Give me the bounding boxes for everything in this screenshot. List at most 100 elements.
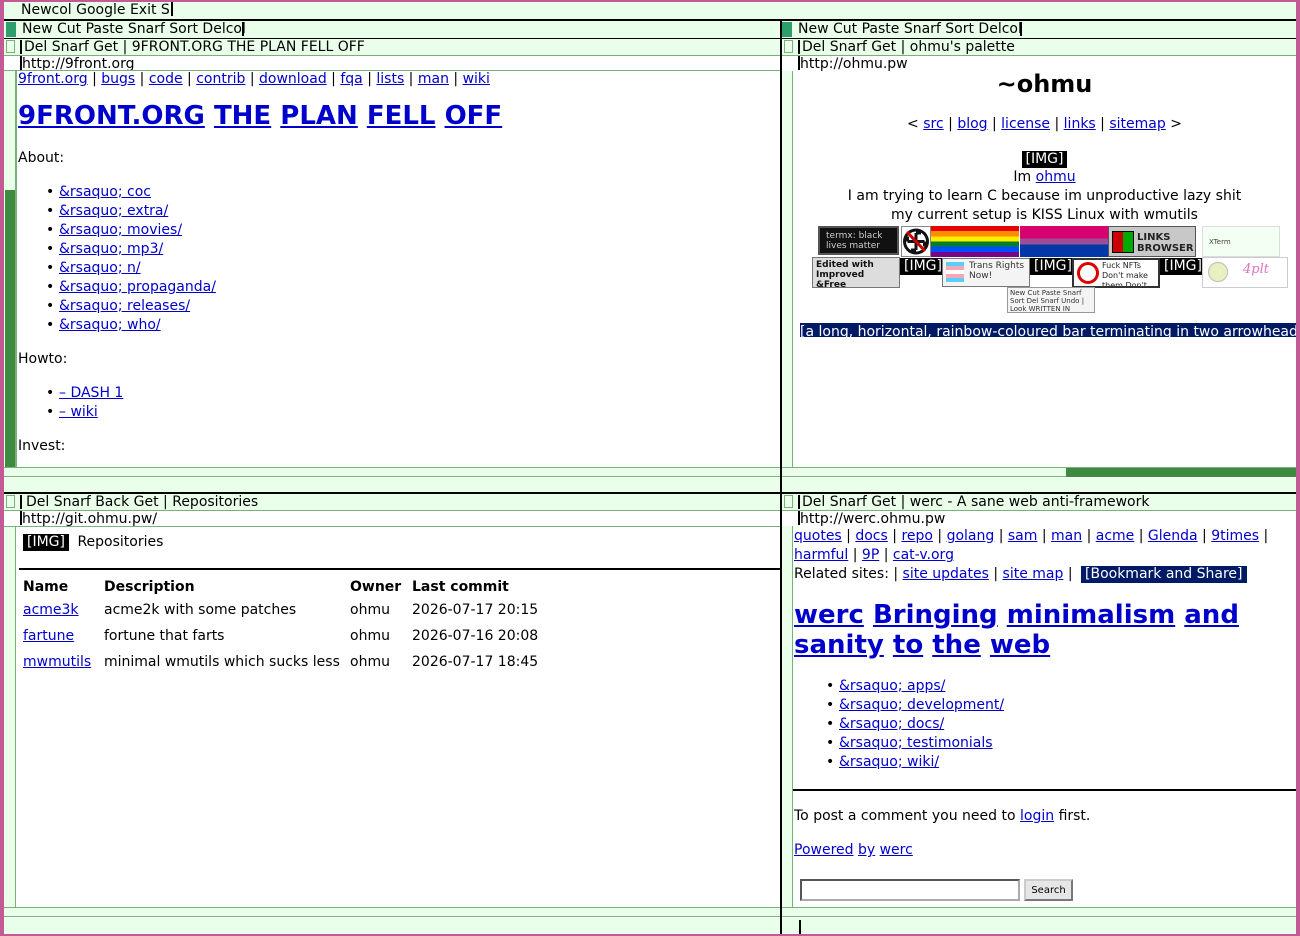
blm-badge[interactable]: termx: black lives matter: [818, 226, 899, 255]
nav-link-sam[interactable]: sam: [1008, 528, 1038, 544]
nav-link-9front[interactable]: 9front.org: [18, 71, 88, 87]
werc-scrollbar[interactable]: [782, 526, 793, 907]
nav-link-contrib[interactable]: contrib: [196, 71, 245, 87]
title-link[interactable]: 9FRONT.ORG: [18, 101, 205, 131]
9front-scrollbar[interactable]: [4, 71, 16, 467]
nav-link-src[interactable]: src: [923, 116, 943, 132]
right-column-tag-text[interactable]: New Cut Paste Snarf Sort Delcol: [798, 21, 1022, 38]
nav-link-9times[interactable]: 9times: [1211, 528, 1259, 544]
werc-url-text[interactable]: http://werc.ohmu.pw: [800, 511, 945, 526]
ohmu-scrollbar[interactable]: [782, 71, 793, 467]
title-link[interactable]: web: [990, 630, 1050, 660]
9front-window-tag[interactable]: Del Snarf Get | 9FRONT.ORG THE PLAN FELL…: [4, 39, 780, 55]
nav-link-bugs[interactable]: bugs: [101, 71, 135, 87]
werc-item[interactable]: &rsaquo; docs/: [839, 716, 944, 732]
title-link[interactable]: FELL: [367, 101, 436, 131]
search-input[interactable]: [800, 879, 1020, 901]
git-scrollbar[interactable]: [4, 527, 16, 907]
werc-window-tag-text[interactable]: Del Snarf Get | werc - A sane web anti-f…: [802, 494, 1149, 510]
column-handle[interactable]: [6, 22, 16, 37]
nav-link-acme[interactable]: acme: [1096, 528, 1135, 544]
column-handle[interactable]: [782, 22, 792, 37]
git-window-handle[interactable]: [6, 495, 15, 508]
werc-item[interactable]: &rsaquo; wiki/: [839, 754, 939, 770]
bookmark-share-button[interactable]: [Bookmark and Share]: [1081, 566, 1247, 583]
bi-flag-badge[interactable]: [1020, 226, 1108, 257]
werc-window-tag[interactable]: Del Snarf Get | werc - A sane web anti-f…: [782, 494, 1296, 510]
nav-link-wiki[interactable]: wiki: [463, 71, 490, 87]
title-link[interactable]: the: [932, 630, 981, 660]
about-item[interactable]: &rsaquo; who/: [59, 317, 161, 333]
nav-link-glenda[interactable]: Glenda: [1148, 528, 1198, 544]
site-updates-link[interactable]: site updates: [903, 566, 989, 582]
nav-link-golang[interactable]: golang: [947, 528, 995, 544]
ohmu-url-bar[interactable]: http://ohmu.pw: [782, 56, 1296, 71]
title-link[interactable]: Bringing: [873, 600, 998, 630]
about-item[interactable]: &rsaquo; n/: [59, 260, 141, 276]
right-column-tagbar[interactable]: New Cut Paste Snarf Sort Delcol: [782, 21, 1296, 38]
9front-window-handle[interactable]: [6, 40, 15, 53]
title-link[interactable]: sanity: [794, 630, 884, 660]
repo-link[interactable]: fartune: [23, 628, 74, 644]
title-link[interactable]: to: [893, 630, 923, 660]
nav-link-license[interactable]: license: [1001, 116, 1050, 132]
swastika-badge[interactable]: [901, 226, 931, 257]
git-url-bar[interactable]: http://git.ohmu.pw/: [4, 511, 780, 526]
nav-link-code[interactable]: code: [149, 71, 183, 87]
nav-link-man[interactable]: man: [418, 71, 449, 87]
about-item[interactable]: &rsaquo; mp3/: [59, 241, 163, 257]
nav-link-sitemap[interactable]: sitemap: [1109, 116, 1165, 132]
9front-window-tag-text[interactable]: Del Snarf Get | 9FRONT.ORG THE PLAN FELL…: [24, 39, 365, 55]
login-link[interactable]: login: [1020, 808, 1054, 824]
written-in-acme-badge[interactable]: New Cut Paste Snarf Sort Del Snarf Undo …: [1007, 287, 1095, 313]
about-item[interactable]: &rsaquo; extra/: [59, 203, 168, 219]
left-column-tag-text[interactable]: New Cut Paste Snarf Sort Delcol: [22, 21, 246, 38]
git-hscroll[interactable]: [4, 908, 780, 917]
nav-link-lists[interactable]: lists: [376, 71, 404, 87]
left-column-tagbar[interactable]: New Cut Paste Snarf Sort Delcol: [4, 21, 780, 38]
links-browser-badge[interactable]: LINKS BROWSER: [1108, 226, 1196, 257]
nav-link-man[interactable]: man: [1051, 528, 1082, 544]
ohmu-url-text[interactable]: http://ohmu.pw: [800, 56, 908, 71]
nav-link-9p[interactable]: 9P: [862, 547, 879, 563]
nav-link-harmful[interactable]: harmful: [794, 547, 848, 563]
nav-link-fqa[interactable]: fqa: [340, 71, 362, 87]
about-item[interactable]: &rsaquo; movies/: [59, 222, 182, 238]
site-map-link[interactable]: site map: [1003, 566, 1064, 582]
xterm-badge[interactable]: XTerm: [1202, 226, 1280, 257]
title-link[interactable]: werc: [794, 600, 864, 630]
nav-link-cat-v[interactable]: cat-v.org: [893, 547, 954, 563]
git-window-tag-text[interactable]: Del Snarf Back Get | Repositories: [26, 494, 258, 510]
werc-item[interactable]: &rsaquo; testimonials: [839, 735, 993, 751]
9front-hscroll[interactable]: [4, 468, 780, 477]
werc-item[interactable]: &rsaquo; development/: [839, 697, 1004, 713]
ohmu-hscroll[interactable]: [782, 468, 1296, 477]
nav-link-download[interactable]: download: [259, 71, 327, 87]
hscroll-thumb[interactable]: [1066, 468, 1296, 477]
scroll-thumb[interactable]: [5, 190, 15, 467]
nav-link-quotes[interactable]: quotes: [794, 528, 842, 544]
edited-with-vim-badge[interactable]: Edited with Improved &Free: [812, 257, 900, 288]
repo-link[interactable]: mwmutils: [23, 654, 91, 670]
werc-window-handle[interactable]: [784, 495, 793, 508]
werc-item[interactable]: &rsaquo; apps/: [839, 678, 945, 694]
about-item[interactable]: &rsaquo; propaganda/: [59, 279, 216, 295]
title-link[interactable]: THE: [214, 101, 271, 131]
pride-flag-badge[interactable]: [931, 226, 1019, 257]
ohmu-window-tag[interactable]: Del Snarf Get | ohmu's palette: [782, 39, 1296, 55]
9front-url-bar[interactable]: http://9front.org: [4, 56, 780, 71]
git-url-text[interactable]: http://git.ohmu.pw/: [22, 511, 157, 526]
about-item[interactable]: &rsaquo; coc: [59, 184, 151, 200]
9front-url-text[interactable]: http://9front.org: [22, 56, 135, 71]
werc-hscroll[interactable]: [782, 908, 1296, 917]
title-link[interactable]: OFF: [445, 101, 503, 131]
ohmu-window-tag-text[interactable]: Del Snarf Get | ohmu's palette: [802, 39, 1015, 55]
title-link[interactable]: PLAN: [280, 101, 358, 131]
nav-link-repo[interactable]: repo: [901, 528, 933, 544]
nav-link-docs[interactable]: docs: [855, 528, 887, 544]
powered-link[interactable]: Powered: [794, 842, 854, 858]
title-link[interactable]: and: [1184, 600, 1239, 630]
howto-item[interactable]: – wiki: [59, 404, 98, 420]
git-window-tag[interactable]: Del Snarf Back Get | Repositories: [4, 494, 780, 510]
search-button[interactable]: Search: [1024, 879, 1073, 901]
